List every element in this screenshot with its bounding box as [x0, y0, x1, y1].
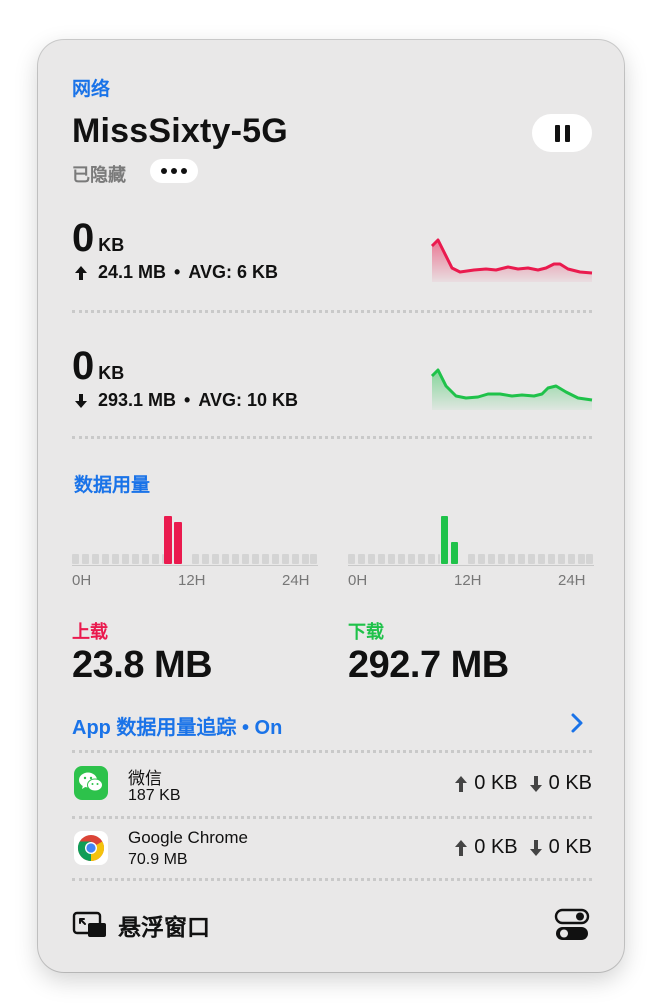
- download-rate-value: 0: [72, 344, 95, 388]
- upload-rate-value: 0: [72, 216, 95, 260]
- arrow-down-icon: [529, 775, 542, 792]
- wechat-icon: [74, 766, 108, 800]
- upload-usage-bars: [72, 516, 318, 566]
- upload-rate: 0 KB: [72, 216, 124, 261]
- upload-total-value: 23.8 MB: [72, 644, 213, 686]
- app-upload: 0 KB: [474, 836, 518, 858]
- empty-bar-slots: [72, 554, 317, 564]
- chrome-icon: [74, 831, 108, 865]
- arrow-up-icon: [75, 265, 87, 280]
- floating-window-label: 悬浮窗口: [118, 914, 210, 940]
- pause-icon: [554, 124, 560, 142]
- data-usage-title: 数据用量: [74, 475, 151, 496]
- upload-total: 24.1 MB: [98, 262, 167, 282]
- download-rate-unit: KB: [98, 363, 125, 383]
- tick-label: 24H: [282, 572, 310, 589]
- toggles-icon[interactable]: [554, 908, 590, 942]
- divider: [72, 750, 592, 753]
- divider: [72, 816, 592, 819]
- app-tracking-link[interactable]: App 数据用量追踪 • On: [72, 711, 282, 740]
- arrow-up-icon: [455, 775, 468, 792]
- tick-label: 0H: [348, 572, 368, 589]
- empty-bar-slots: [348, 554, 593, 564]
- arrow-up-icon: [455, 839, 468, 856]
- app-download: 0 KB: [548, 836, 592, 858]
- upload-summary: 24.1 MB • AVG: 6 KB: [72, 262, 278, 283]
- hidden-status: 已隐藏: [72, 165, 126, 185]
- tick-label: 0H: [72, 572, 92, 589]
- tick-label: 12H: [454, 572, 482, 589]
- floating-window-button[interactable]: 悬浮窗口: [72, 908, 210, 942]
- upload-total-label: 上载: [72, 622, 108, 642]
- upload-bar-second: [174, 522, 182, 564]
- network-panel: 网络 MissSixty-5G 已隐藏 0 KB 24.1 MB • AVG: 6…: [38, 40, 624, 972]
- app-size: 70.9 MB: [128, 851, 188, 868]
- download-usage-bars: [348, 516, 594, 566]
- download-bar-second: [451, 542, 458, 564]
- app-name: 微信: [128, 769, 162, 788]
- download-total: 293.1 MB: [98, 390, 177, 410]
- upload-sparkline: [430, 238, 593, 282]
- network-ssid: MissSixty-5G: [72, 112, 288, 150]
- app-name: Google Chrome: [128, 828, 249, 847]
- app-size: 187 KB: [128, 787, 181, 804]
- divider: [72, 436, 592, 439]
- more-options-button[interactable]: [150, 159, 198, 183]
- ellipsis-icon: [161, 168, 167, 174]
- pause-button[interactable]: [532, 114, 592, 152]
- download-total-value: 292.7 MB: [348, 644, 509, 686]
- picture-in-picture-icon: [72, 911, 106, 937]
- chevron-right-icon[interactable]: [570, 712, 584, 734]
- upload-avg: AVG: 6 KB: [188, 262, 279, 282]
- arrow-down-icon: [529, 839, 542, 856]
- download-avg: AVG: 10 KB: [198, 390, 299, 410]
- app-row-wechat[interactable]: 微信 187 KB 0 KB 0 KB: [72, 764, 592, 812]
- app-upload: 0 KB: [474, 772, 518, 794]
- upload-rate-unit: KB: [98, 235, 125, 255]
- download-bar-peak: [441, 516, 448, 564]
- app-download: 0 KB: [548, 772, 592, 794]
- tick-label: 12H: [178, 572, 206, 589]
- download-summary: 293.1 MB • AVG: 10 KB: [72, 390, 298, 411]
- upload-bar-peak: [164, 516, 172, 564]
- download-sparkline: [430, 368, 593, 410]
- section-title-network: 网络: [72, 79, 111, 100]
- app-traffic: 0 KB 0 KB: [453, 836, 592, 859]
- divider: [72, 878, 592, 881]
- arrow-down-icon: [75, 393, 87, 408]
- download-rate: 0 KB: [72, 344, 124, 389]
- app-traffic: 0 KB 0 KB: [453, 772, 592, 795]
- tick-label: 24H: [558, 572, 586, 589]
- divider: [72, 310, 592, 313]
- app-row-chrome[interactable]: Google Chrome 70.9 MB 0 KB 0 KB: [72, 828, 592, 876]
- download-total-label: 下载: [348, 622, 384, 642]
